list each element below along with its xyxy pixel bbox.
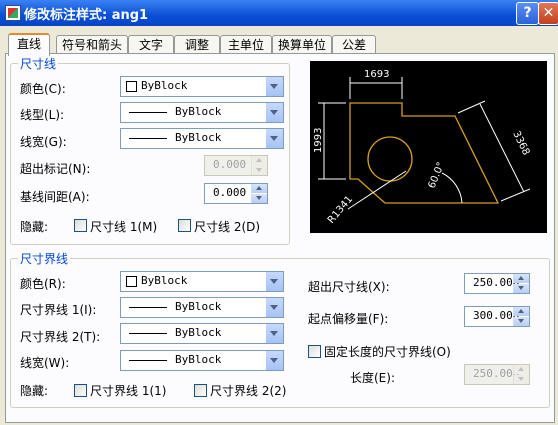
ext-linetype1-label: 尺寸界线 1(I): <box>20 303 97 317</box>
tab-symbols-arrows[interactable]: 符号和箭头 <box>56 35 128 54</box>
chevron-down-icon[interactable] <box>265 298 283 317</box>
preview-drawing: 1693 1993 3368 60.0° R1341 <box>313 69 531 226</box>
dim-linetype-label: 线型(L): <box>20 108 65 122</box>
line-sample <box>129 138 167 139</box>
extend-ticks-spinner: 0.000 <box>204 155 268 176</box>
suppress-dim-line-1-label[interactable]: 尺寸线 1(M) <box>90 218 157 235</box>
ext-lineweight-label: 线宽(W): <box>20 356 70 370</box>
suppress-dim-line-2-label[interactable]: 尺寸线 2(D) <box>194 218 260 235</box>
line-sample <box>129 333 167 334</box>
spin-down-icon <box>513 375 529 384</box>
ext-line-right-bottom <box>500 188 531 202</box>
angle-arc <box>441 172 463 204</box>
ext-lineweight-select[interactable]: ByBlock <box>120 350 284 371</box>
ext-linetype2-value: ByBlock <box>175 326 222 339</box>
chevron-down-icon[interactable] <box>265 77 283 96</box>
extend-ticks-label: 超出标记(N): <box>20 162 91 176</box>
ext-color-value: ByBlock <box>141 274 188 287</box>
suppress-ext-line-1-checkbox[interactable] <box>74 384 87 397</box>
tab-alternate-units[interactable]: 换算单位 <box>272 35 332 54</box>
dimension-preview: 1693 1993 3368 60.0° R1341 <box>310 61 547 233</box>
preview-dim-left: 1993 <box>313 128 324 153</box>
line-sample <box>129 112 167 113</box>
tab-primary-units[interactable]: 主单位 <box>220 35 272 54</box>
preview-dim-angle: 60.0° <box>427 161 447 190</box>
suppress-dim-line-2-checkbox[interactable] <box>178 219 191 232</box>
spin-up-icon[interactable] <box>513 274 529 283</box>
spin-up-icon[interactable] <box>251 184 267 193</box>
baseline-spacing-value: 0.000 <box>213 186 247 199</box>
offset-from-origin-label: 起点偏移量(F): <box>308 312 389 326</box>
spin-down-icon <box>251 166 267 175</box>
dim-lineweight-value: ByBlock <box>175 131 222 144</box>
dimension-lines-group-label: 尺寸线 <box>18 55 59 72</box>
chevron-down-icon[interactable] <box>265 272 283 291</box>
spin-down-icon[interactable] <box>251 194 267 203</box>
dim-linetype-select[interactable]: ByBlock <box>120 102 284 123</box>
ext-color-select[interactable]: ByBlock <box>120 271 284 292</box>
chevron-down-icon[interactable] <box>265 351 283 370</box>
extend-ticks-value: 0.000 <box>213 158 247 171</box>
dim-linetype-value: ByBlock <box>175 105 222 118</box>
preview-shape-outline <box>349 102 500 204</box>
dim-color-value: ByBlock <box>141 79 188 92</box>
dim-color-select[interactable]: ByBlock <box>120 76 284 97</box>
suppress-ext-line-2-checkbox[interactable] <box>194 384 207 397</box>
dim-suppress-label: 隐藏: <box>20 220 49 234</box>
chevron-down-icon[interactable] <box>265 103 283 122</box>
preview-dim-top: 1693 <box>364 69 389 80</box>
chevron-down-icon[interactable] <box>265 324 283 343</box>
suppress-ext-line-2-label[interactable]: 尺寸界线 2(2) <box>210 382 286 399</box>
tab-text[interactable]: 文字 <box>128 35 174 54</box>
tab-lines[interactable]: 直线 <box>8 33 50 56</box>
spin-down-icon[interactable] <box>513 284 529 293</box>
dim-lineweight-label: 线宽(G): <box>20 135 67 149</box>
fixed-length-checkbox[interactable] <box>308 345 321 358</box>
baseline-spacing-label: 基线间距(A): <box>20 190 90 204</box>
ext-suppress-label: 隐藏: <box>20 384 49 398</box>
baseline-spacing-spinner[interactable]: 0.000 <box>204 183 268 204</box>
length-label: 长度(E): <box>350 371 395 385</box>
extend-beyond-spinner[interactable]: 250.000 <box>464 273 530 294</box>
ext-linetype1-select[interactable]: ByBlock <box>120 297 284 318</box>
line-sample <box>129 307 167 308</box>
ext-lineweight-value: ByBlock <box>175 353 222 366</box>
length-spinner: 250.000 <box>464 364 530 385</box>
ext-linetype2-label: 尺寸界线 2(T): <box>20 330 101 344</box>
line-sample <box>129 360 167 361</box>
chevron-down-icon[interactable] <box>265 129 283 148</box>
ext-linetype1-value: ByBlock <box>175 300 222 313</box>
dim-lineweight-select[interactable]: ByBlock <box>120 128 284 149</box>
dim-color-label: 颜色(C): <box>20 82 66 96</box>
app-icon <box>5 5 21 21</box>
close-button[interactable]: ✕ <box>538 2 558 25</box>
ext-linetype2-select[interactable]: ByBlock <box>120 323 284 344</box>
help-button[interactable]: ? <box>516 2 539 25</box>
tab-tolerances[interactable]: 公差 <box>332 35 376 54</box>
suppress-dim-line-1-checkbox[interactable] <box>74 219 87 232</box>
ext-color-label: 颜色(R): <box>20 277 66 291</box>
preview-dim-right: 3368 <box>510 129 531 157</box>
extend-beyond-label: 超出尺寸线(X): <box>308 280 390 294</box>
tab-fit[interactable]: 调整 <box>174 35 220 54</box>
offset-from-origin-spinner[interactable]: 300.000 <box>464 306 530 327</box>
extension-lines-group-label: 尺寸界线 <box>18 250 71 267</box>
fixed-length-label[interactable]: 固定长度的尺寸界线(O) <box>324 343 451 360</box>
spin-up-icon[interactable] <box>513 307 529 316</box>
suppress-ext-line-1-label[interactable]: 尺寸界线 1(1) <box>90 382 166 399</box>
color-swatch <box>126 81 137 92</box>
spin-down-icon[interactable] <box>513 317 529 326</box>
preview-circle <box>367 136 413 182</box>
window-title: 修改标注样式: ang1 <box>24 8 149 23</box>
title-bar: 修改标注样式: ang1 ? ✕ <box>0 0 558 26</box>
spin-up-icon <box>513 365 529 374</box>
spin-up-icon <box>251 156 267 165</box>
color-swatch <box>126 276 137 287</box>
preview-dim-radius: R1341 <box>326 194 355 226</box>
